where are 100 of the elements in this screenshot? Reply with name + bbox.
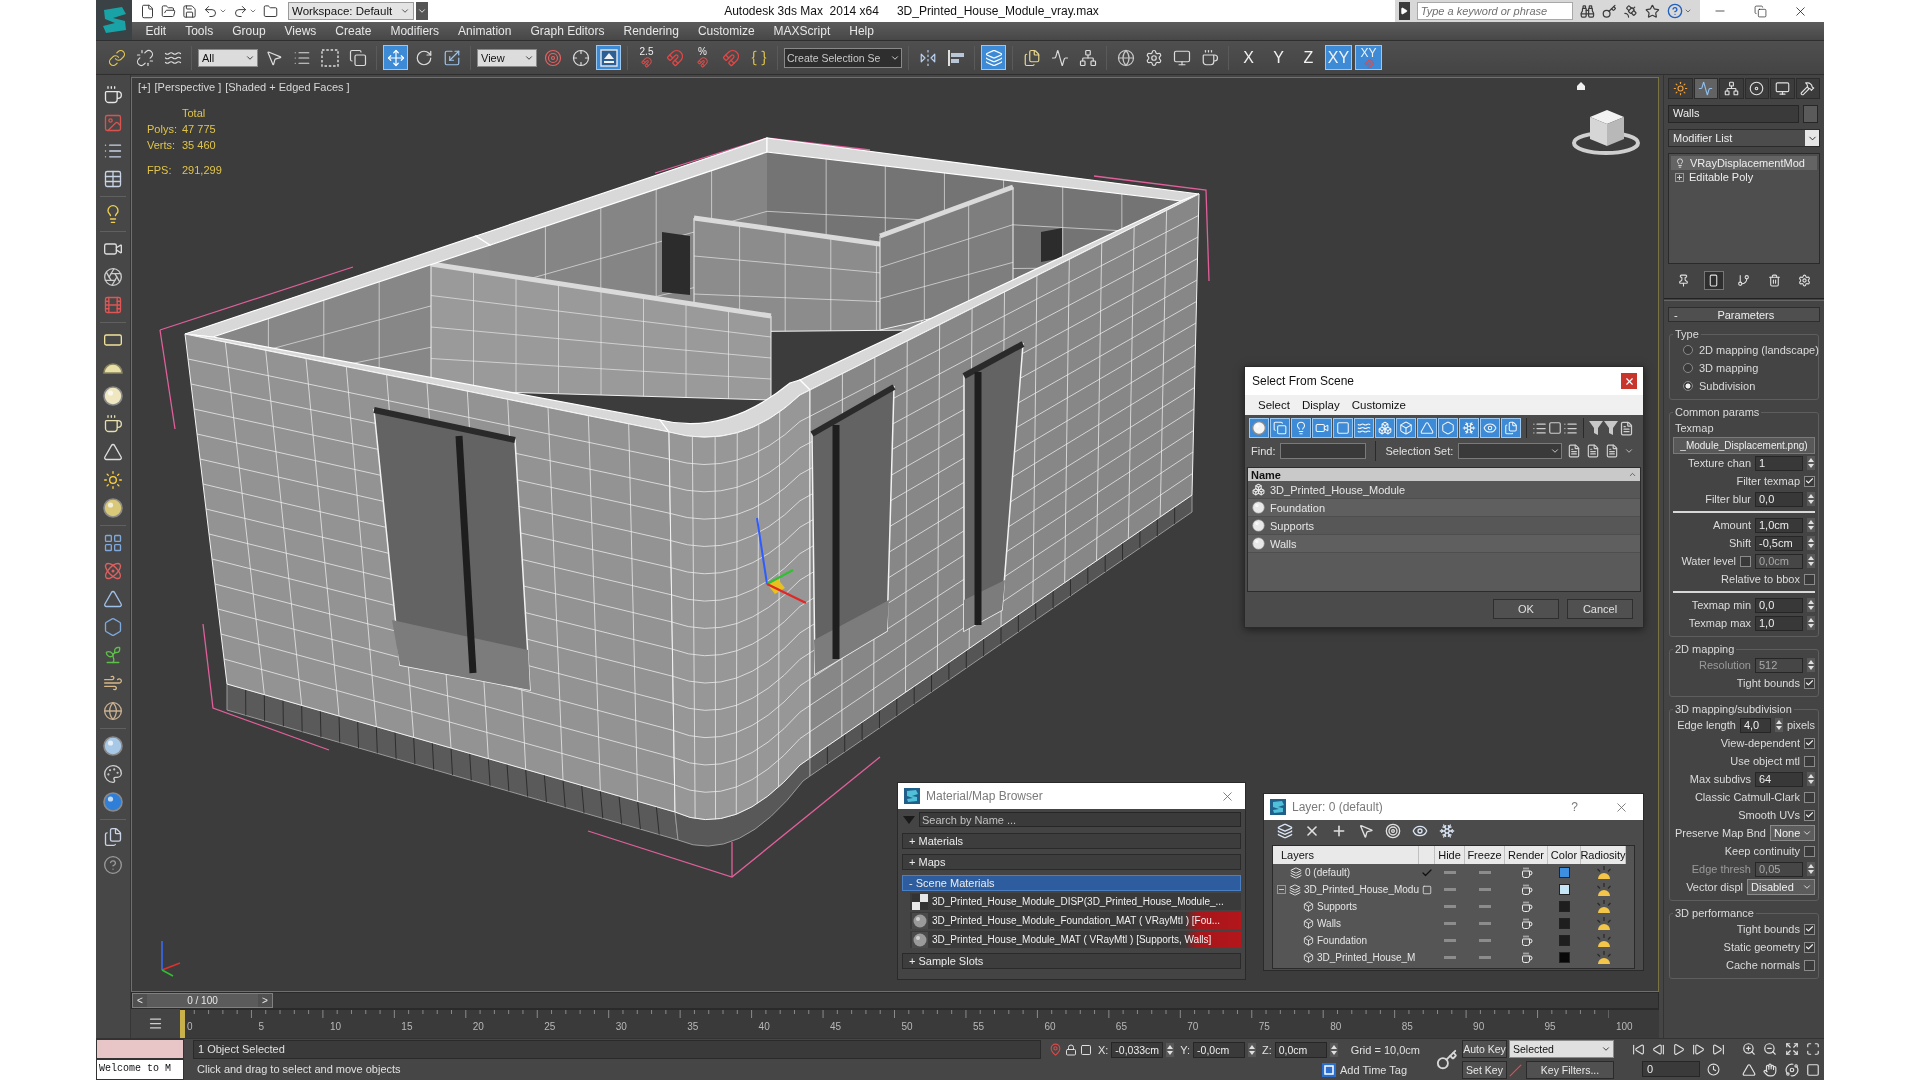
auto-key-button[interactable]: Auto Key — [1462, 1039, 1507, 1058]
checkbox-icon[interactable] — [1422, 884, 1432, 895]
cup-icon[interactable] — [1520, 934, 1533, 947]
list-icon[interactable] — [1563, 420, 1578, 436]
checkbox[interactable] — [1804, 845, 1815, 857]
axis-constraint-button[interactable]: Z — [1295, 45, 1322, 70]
column-header[interactable]: Hide — [1435, 846, 1465, 864]
previous-frame-button[interactable]: < — [133, 994, 147, 1007]
cursor-icon[interactable] — [1358, 823, 1374, 839]
binoculars-icon[interactable] — [1579, 3, 1595, 19]
command-tab[interactable] — [1719, 78, 1744, 99]
color-swatch-icon[interactable] — [1803, 105, 1818, 123]
cup-icon[interactable] — [103, 414, 123, 434]
layer-name[interactable]: 0 (default) — [1273, 864, 1419, 881]
search-field[interactable]: Search by Name ... — [919, 812, 1241, 827]
menu-item[interactable]: Views — [275, 22, 326, 40]
list-icon[interactable] — [1532, 420, 1547, 436]
toolbar-dropdown[interactable]: All — [198, 48, 258, 67]
funnel-icon[interactable] — [1589, 421, 1603, 435]
column-header[interactable]: Layers — [1273, 846, 1419, 864]
ok-button[interactable]: OK — [1493, 599, 1559, 619]
project-folder-icon[interactable] — [263, 3, 278, 19]
spinner-field[interactable]: 4,0 — [1739, 717, 1771, 733]
view-name-label[interactable]: [Perspective ] — [154, 81, 222, 93]
color-swatch-icon[interactable] — [1559, 867, 1570, 878]
help-button[interactable]: ? — [1571, 800, 1578, 814]
new-file-icon[interactable] — [140, 3, 155, 19]
caret-icon[interactable] — [1624, 446, 1635, 456]
collapse-box-icon[interactable] — [1277, 885, 1286, 894]
menu-item[interactable]: Edit — [136, 22, 176, 40]
eye-icon[interactable] — [1412, 823, 1428, 839]
script-output-field[interactable]: Welcome to M — [96, 1059, 184, 1080]
group-header[interactable]: + Sample Slots — [902, 953, 1241, 969]
spinner-arrows-icon[interactable] — [1807, 536, 1815, 550]
object-list-item[interactable]: 3D_Printed_House_Module — [1248, 481, 1640, 499]
step-forward-icon[interactable] — [1692, 1042, 1705, 1056]
key-icon[interactable] — [1436, 1048, 1458, 1071]
column-header[interactable]: Radiosity — [1581, 846, 1626, 864]
object-name[interactable]: Supports — [1273, 898, 1419, 915]
document-icon[interactable] — [1619, 420, 1634, 436]
selection-set-dropdown[interactable] — [1458, 443, 1563, 459]
spinner-arrows-icon[interactable] — [1807, 658, 1815, 672]
app-logo-icon[interactable] — [96, 0, 132, 40]
filter-toggle-button[interactable] — [1417, 418, 1437, 438]
viewport-menu-label[interactable]: [+] — [138, 81, 151, 93]
radio-button[interactable] — [1683, 345, 1693, 355]
cup-icon[interactable] — [1520, 917, 1533, 930]
palette-icon[interactable] — [103, 764, 123, 784]
column-header[interactable]: Freeze — [1465, 846, 1505, 864]
square-icon[interactable] — [1806, 1062, 1821, 1077]
sphere-icon[interactable] — [103, 792, 123, 812]
checkbox[interactable] — [1804, 737, 1815, 749]
help-icon[interactable] — [103, 855, 123, 875]
checkbox[interactable] — [1804, 941, 1815, 953]
zoom-out-icon[interactable] — [1763, 1042, 1778, 1057]
triangle-icon[interactable] — [1741, 1062, 1756, 1077]
add-time-tag-link[interactable]: Add Time Tag — [1340, 1064, 1408, 1076]
spinner-field[interactable]: 64 — [1755, 771, 1803, 787]
menu-item[interactable]: Customize — [1345, 399, 1412, 411]
snap-toggle-button[interactable]: 2.5 — [634, 45, 659, 70]
filter-toggle-button[interactable] — [1291, 418, 1311, 438]
funnel-icon[interactable] — [1604, 421, 1618, 435]
search-expand-button[interactable] — [1399, 2, 1410, 20]
material-list-item[interactable]: 3D_Printed_House_Module_DISP(3D_Printed_House_Module_... — [910, 893, 1241, 910]
zoom-in-icon[interactable] — [1741, 1042, 1756, 1057]
checkbox[interactable] — [1804, 573, 1815, 585]
lamp-icon[interactable] — [1595, 950, 1612, 965]
key-mode-dropdown[interactable]: Selected — [1509, 1039, 1614, 1058]
target-icon[interactable] — [1385, 823, 1401, 839]
sun-icon[interactable] — [103, 470, 123, 490]
time-slider-thumb[interactable]: < 0 / 100 > — [132, 993, 273, 1008]
atom-icon[interactable] — [103, 561, 123, 581]
frame-field[interactable]: 0 — [1642, 1061, 1700, 1077]
cup-icon[interactable] — [1520, 883, 1533, 896]
layers-icon[interactable] — [1277, 823, 1293, 839]
time-slider-track[interactable]: < 0 / 100 > — [131, 992, 1659, 1009]
color-swatch-icon[interactable] — [1559, 918, 1570, 929]
spinner-field[interactable]: 0,0 — [1755, 491, 1803, 507]
color-swatch-icon[interactable] — [1559, 935, 1570, 946]
spinner-arrows-icon[interactable] — [1807, 554, 1815, 568]
home-icon[interactable] — [1577, 82, 1585, 90]
filter-toggle-button[interactable] — [1249, 418, 1269, 438]
star-icon[interactable] — [1645, 3, 1660, 19]
document-icon[interactable] — [1567, 444, 1582, 458]
menu-item[interactable]: Rendering — [614, 22, 689, 40]
filter-toggle-button[interactable] — [1501, 418, 1521, 438]
document-icon[interactable] — [1586, 444, 1601, 458]
move-gizmo-icon[interactable] — [756, 517, 807, 605]
filter-toggle-button[interactable] — [1312, 418, 1332, 438]
triangle-icon[interactable] — [103, 589, 123, 609]
satellite-icon[interactable] — [1623, 3, 1639, 19]
texmap-button[interactable]: _Module_Displacement.png) — [1673, 437, 1815, 454]
globe-icon[interactable] — [103, 701, 123, 721]
checkbox[interactable] — [1804, 959, 1815, 971]
material-list-item[interactable]: 3D_Printed_House_Module_MAT ( VRayMtl ) [Supports, Walls] — [910, 931, 1241, 948]
object-list-item[interactable]: Supports — [1248, 517, 1640, 535]
spinner-arrows-icon[interactable] — [1807, 492, 1815, 506]
layer-name[interactable]: 3D_Printed_House_Modu — [1273, 881, 1419, 898]
table-icon[interactable] — [103, 169, 123, 189]
cross-icon[interactable] — [1304, 823, 1320, 839]
